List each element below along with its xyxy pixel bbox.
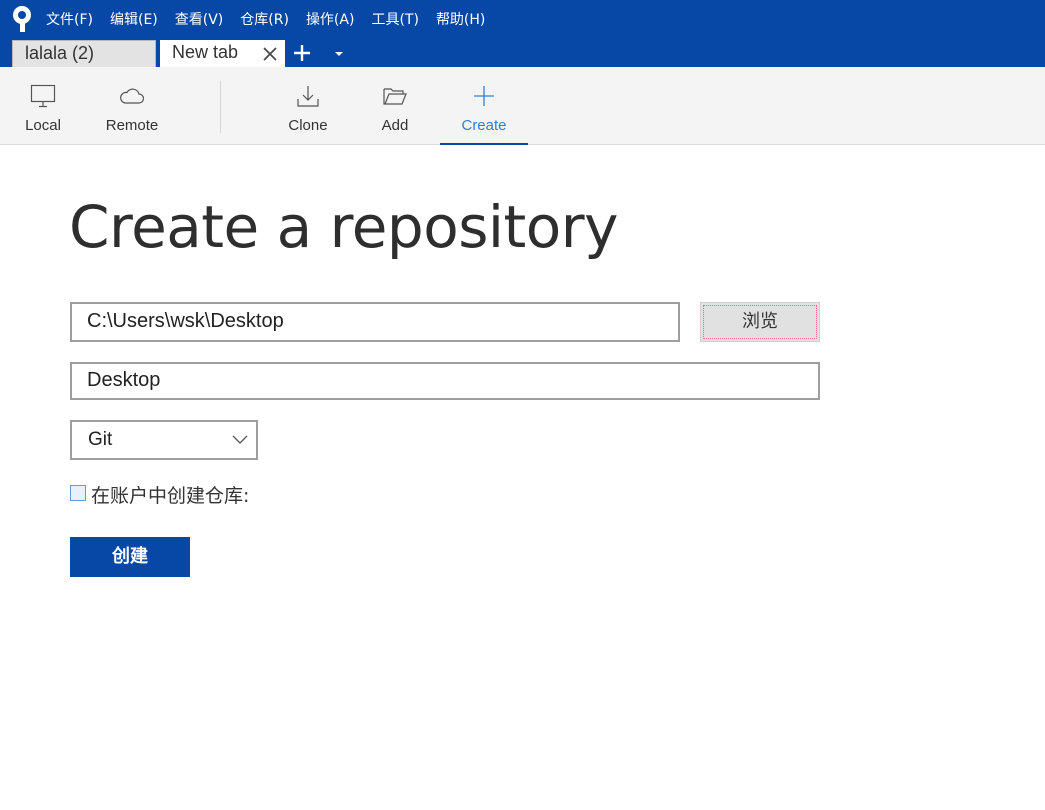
monitor-icon xyxy=(30,84,56,108)
menu-item-actions[interactable]: 操作(A) xyxy=(306,9,355,29)
toolbar-create-button[interactable]: Create xyxy=(440,67,528,145)
toolbar-clone-label: Clone xyxy=(288,117,328,134)
toolbar-remote-label: Remote xyxy=(105,117,159,134)
toolbar-local-label: Local xyxy=(25,117,61,134)
create-button-label: 创建 xyxy=(112,546,148,567)
toolbar-add-label: Add xyxy=(381,117,409,134)
folder-open-icon xyxy=(383,88,407,105)
vcs-type-select[interactable]: Git xyxy=(70,420,258,460)
active-tab-indicator xyxy=(440,143,528,145)
sourcetree-logo-icon xyxy=(13,6,31,32)
toolbar-clone-button[interactable]: Clone xyxy=(275,67,341,144)
toolbar-local-button[interactable]: Local xyxy=(10,67,76,144)
tab-new-tab[interactable]: New tab xyxy=(160,40,285,67)
tab-lalala[interactable]: lalala (2) xyxy=(12,40,156,67)
caret-down-icon[interactable] xyxy=(333,50,345,58)
toolbar-separator xyxy=(220,81,221,133)
menu-bar: 文件(F) 编辑(E) 查看(V) 仓库(R) 操作(A) 工具(T) 帮助(H… xyxy=(0,0,1045,38)
menu-items: 文件(F) 编辑(E) 查看(V) 仓库(R) 操作(A) 工具(T) 帮助(H… xyxy=(46,0,502,38)
browse-button[interactable]: 浏览 xyxy=(700,302,820,342)
plus-icon xyxy=(474,86,494,106)
create-in-account-checkbox[interactable] xyxy=(70,485,86,501)
menu-item-tools[interactable]: 工具(T) xyxy=(371,9,418,29)
create-in-account-label[interactable]: 在账户中创建仓库: xyxy=(91,481,249,508)
destination-path-input[interactable]: C:\Users\wsk\Desktop xyxy=(70,302,680,342)
cloud-icon xyxy=(120,88,145,104)
toolbar: Local Remote Clone Add Create xyxy=(0,67,1045,145)
menu-item-repository[interactable]: 仓库(R) xyxy=(240,9,289,29)
vcs-type-value: Git xyxy=(88,429,113,450)
toolbar-add-button[interactable]: Add xyxy=(362,67,428,144)
create-button[interactable]: 创建 xyxy=(70,537,190,577)
menu-item-edit[interactable]: 编辑(E) xyxy=(110,9,158,29)
plus-icon[interactable] xyxy=(292,43,312,63)
page-title: Create a repository xyxy=(69,193,618,261)
tab-label: New tab xyxy=(172,42,239,62)
toolbar-create-label: Create xyxy=(461,117,507,134)
repository-name-input[interactable]: Desktop xyxy=(70,362,820,400)
menu-item-file[interactable]: 文件(F) xyxy=(46,9,93,29)
focus-ring xyxy=(703,305,817,339)
download-icon xyxy=(297,86,319,107)
tab-strip: lalala (2) New tab xyxy=(0,38,1045,67)
toolbar-remote-button[interactable]: Remote xyxy=(96,67,168,144)
menu-item-view[interactable]: 查看(V) xyxy=(175,9,224,29)
close-icon[interactable] xyxy=(263,47,277,61)
menu-item-help[interactable]: 帮助(H) xyxy=(436,9,485,29)
chevron-down-icon xyxy=(232,435,248,444)
tab-label: lalala (2) xyxy=(25,43,95,63)
